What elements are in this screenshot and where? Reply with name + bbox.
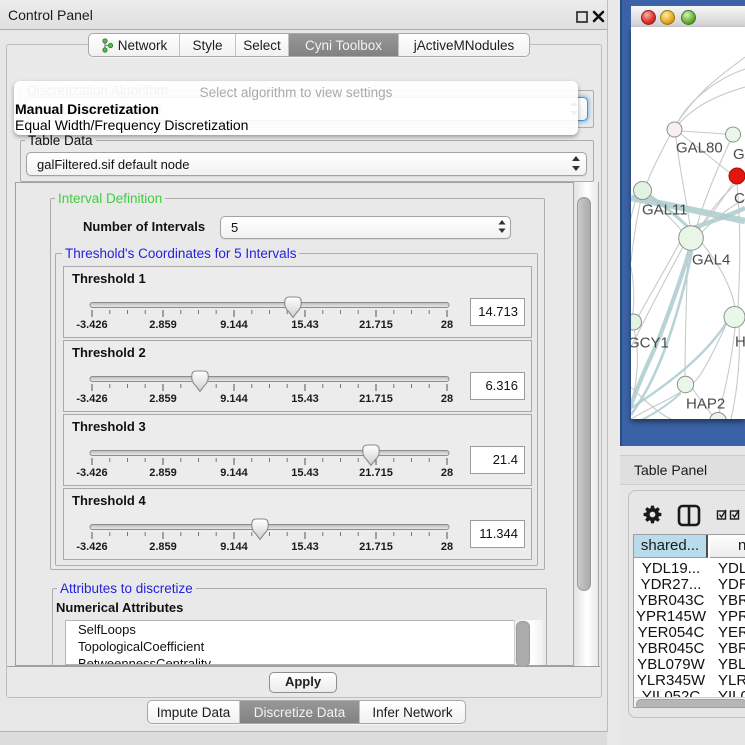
svg-text:GCY1: GCY1 — [631, 335, 669, 352]
svg-text:HAP2: HAP2 — [686, 396, 725, 413]
svg-text:H: H — [735, 334, 745, 351]
svg-text:C: C — [734, 190, 745, 207]
svg-text:GAL80: GAL80 — [676, 140, 723, 157]
svg-text:GAL4: GAL4 — [692, 252, 730, 269]
svg-text:GAL11: GAL11 — [642, 202, 688, 219]
svg-text:GA: GA — [733, 146, 745, 163]
